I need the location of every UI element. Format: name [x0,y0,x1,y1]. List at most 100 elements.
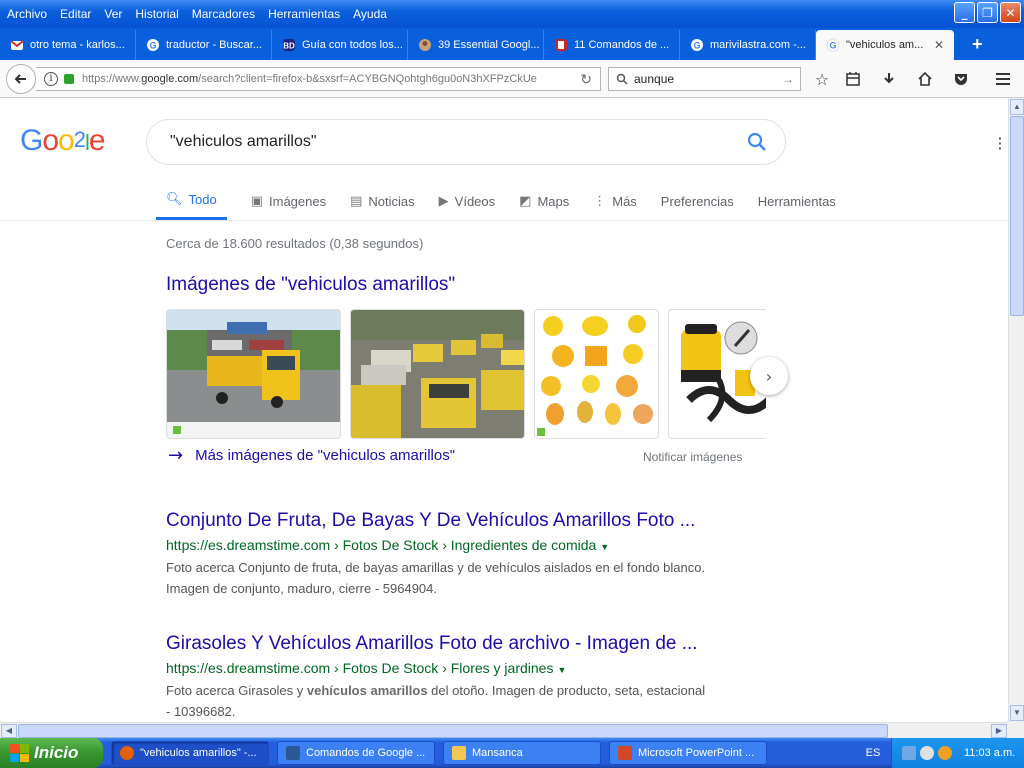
tab-preferencias[interactable]: Preferencias [661,182,734,220]
scroll-down-icon[interactable]: ▼ [1010,705,1024,721]
images-heading[interactable]: Imágenes de "vehiculos amarillos" [166,274,455,296]
snippet-line: - 10396682. [166,704,236,719]
image-thumbnail-traffic[interactable] [350,309,525,439]
image-thumbnail-truck[interactable] [166,309,341,439]
start-button[interactable]: Inicio [0,738,103,768]
horizontal-scrollbar[interactable]: ◀ ▶ [0,722,1008,738]
menu-historial[interactable]: Historial [135,7,178,21]
tab-maps[interactable]: ◩ Maps [519,182,569,220]
report-images-link[interactable]: Notificar imágenes [643,450,742,464]
result-title-link[interactable]: Conjunto De Fruta, De Bayas Y De Vehícul… [166,510,766,532]
close-tab-icon[interactable]: ✕ [934,38,944,52]
pocket-icon[interactable] [950,69,972,89]
minimize-button[interactable]: _ [954,2,975,23]
task-word[interactable]: Comandos de Google ... [277,741,435,765]
close-window-button[interactable]: ✕ [1000,2,1021,23]
bookmark-star-icon[interactable]: ☆ [811,69,833,89]
svg-text:G: G [829,41,836,51]
google-search-box[interactable]: "vehiculos amarillos" [146,119,786,165]
task-label: Comandos de Google ... [306,747,426,759]
task-label: Mansanca [472,747,523,759]
tab-todo[interactable]: 🔍︎ Todo [156,182,227,220]
scroll-up-icon[interactable]: ▲ [1010,99,1024,115]
tab-marivilastra[interactable]: G marivilastra.com -... [680,30,816,60]
snippet-text: del otoño. Imagen de producto, seta, est… [427,683,706,698]
google-icon: G [826,38,840,52]
more-images-link[interactable]: → Más imágenes de "vehiculos amarillos" [168,445,455,466]
lock-icon[interactable] [64,74,74,84]
security-icon[interactable] [938,746,952,760]
search-icon[interactable] [747,132,767,152]
restore-button[interactable]: ❐ [977,2,998,23]
menu-marcadores[interactable]: Marcadores [192,7,255,21]
reload-icon[interactable]: ↻ [580,71,592,88]
result-url[interactable]: https://es.dreamstime.com › Fotos De Sto… [166,537,766,553]
tab-traductor[interactable]: G traductor - Buscar... [136,30,272,60]
svg-text:G: G [149,41,156,51]
home-icon[interactable] [914,69,936,89]
svg-text:BD: BD [283,42,295,51]
menu-archivo[interactable]: Archivo [7,7,47,21]
new-tab-button[interactable]: + [972,34,983,55]
browser-search-value[interactable]: aunque [634,72,674,86]
image-thumbnail-fruits[interactable] [534,309,659,439]
caret-down-icon[interactable]: ▼ [557,665,566,675]
scroll-right-icon[interactable]: ▶ [991,724,1007,738]
clock[interactable]: 11:03 a.m. [964,747,1015,759]
browser-window: Archivo Editar Ver Historial Marcadores … [0,0,1024,768]
menu-herramientas[interactable]: Herramientas [268,7,340,21]
carousel-next-button[interactable]: › [750,357,788,395]
tab-guia[interactable]: BD Guía con todos los... [272,30,408,60]
snippet-text: Foto acerca Girasoles y [166,683,307,698]
tab-herramientas[interactable]: Herramientas [758,182,836,220]
taskbar: Inicio "vehiculos amarillos" -... Comand… [0,738,1024,768]
info-icon[interactable]: i [44,72,58,86]
language-indicator[interactable]: ES [855,738,891,768]
tab-videos[interactable]: ▶ Vídeos [439,182,495,220]
download-icon[interactable] [878,69,900,89]
menu-ver[interactable]: Ver [104,7,122,21]
tab-gmail[interactable]: otro tema - karlos... [0,30,136,60]
more-vert-icon: ⋮ [593,193,607,209]
news-icon: ▤ [350,193,363,209]
result-snippet: Foto acerca Girasoles y vehículos amaril… [166,680,766,722]
google-doodle-logo[interactable]: Goo2le [20,124,106,158]
volume-icon[interactable] [920,746,934,760]
url-path: /search?client=firefox-b&sxsrf=ACYBGNQoh… [198,73,537,85]
network-icon[interactable] [902,746,916,760]
tab-noticias[interactable]: ▤ Noticias [350,182,415,220]
result-url[interactable]: https://es.dreamstime.com › Fotos De Sto… [166,660,766,676]
tab-imagenes[interactable]: ▣ Imágenes [251,182,326,220]
video-icon: ▶ [438,193,449,209]
apps-dots-icon[interactable]: · · · [998,131,1003,155]
vertical-scrollbar[interactable]: ▲ ▼ [1008,98,1024,722]
hamburger-menu-icon[interactable] [992,69,1014,89]
menu-ayuda[interactable]: Ayuda [353,7,387,21]
tab-mas[interactable]: ⋮ Más [593,182,637,220]
caret-down-icon[interactable]: ▼ [600,542,609,552]
horizontal-scroll-thumb[interactable] [18,724,888,738]
search-query[interactable]: "vehiculos amarillos" [170,133,317,151]
vertical-scroll-thumb[interactable] [1010,116,1024,316]
url-text[interactable]: https://www.google.com/search?client=fir… [82,73,537,85]
task-folder[interactable]: Mansanca [443,741,601,765]
tab-vehiculos-amarillos[interactable]: G "vehiculos am... ✕ [816,30,954,60]
tab-label: 11 Comandos de ... [574,39,670,51]
tab-39-essential[interactable]: 39 Essential Googl... [408,30,544,60]
url-bar[interactable]: i https://www.google.com/search?client=f… [36,67,601,91]
snippet-line: Foto acerca Girasoles y vehículos amaril… [166,680,766,701]
menu-editar[interactable]: Editar [60,7,91,21]
more-images-label: Más imágenes de "vehiculos amarillos" [195,447,456,464]
search-result: Conjunto De Fruta, De Bayas Y De Vehícul… [166,510,766,599]
back-button[interactable] [6,64,36,94]
task-firefox[interactable]: "vehiculos amarillos" -... [111,741,269,765]
tabs-divider [0,220,1008,221]
task-powerpoint[interactable]: Microsoft PowerPoint ... [609,741,767,765]
tab-11-comandos[interactable]: 11 Comandos de ... [544,30,680,60]
scroll-left-icon[interactable]: ◀ [1,724,17,738]
result-title-link[interactable]: Girasoles Y Vehículos Amarillos Foto de … [166,633,766,655]
browser-search-box[interactable]: aunque → [608,67,801,91]
library-icon[interactable] [842,69,864,89]
powerpoint-icon [618,746,632,760]
go-arrow-icon[interactable]: → [782,72,794,86]
